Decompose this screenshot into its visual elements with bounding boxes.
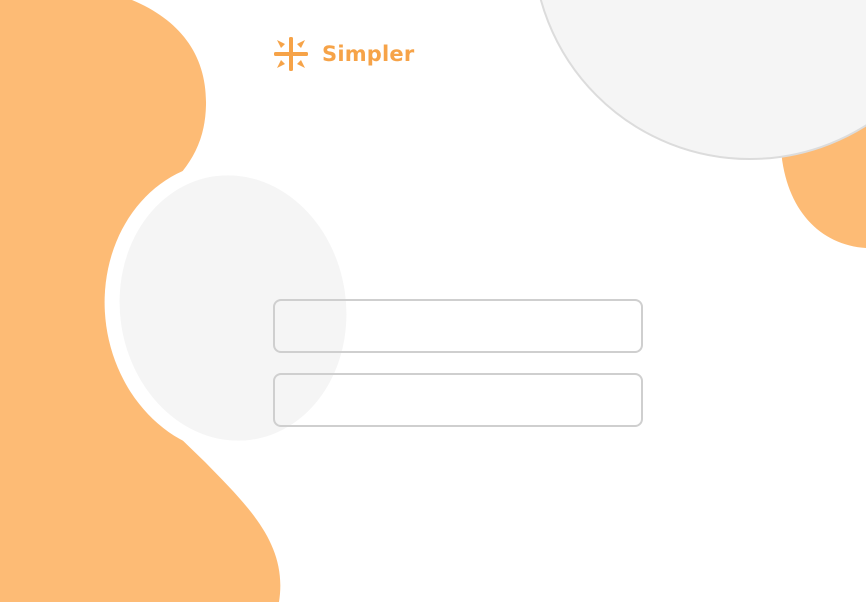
text-input-1[interactable] xyxy=(273,299,643,353)
text-input-2[interactable] xyxy=(273,373,643,427)
brand-name: Simpler xyxy=(322,42,415,66)
grey-circle-ring xyxy=(539,0,866,160)
login-screen: Simpler xyxy=(0,0,866,602)
sun-cross-logo-icon xyxy=(274,37,308,71)
brand-logo: Simpler xyxy=(272,35,414,73)
